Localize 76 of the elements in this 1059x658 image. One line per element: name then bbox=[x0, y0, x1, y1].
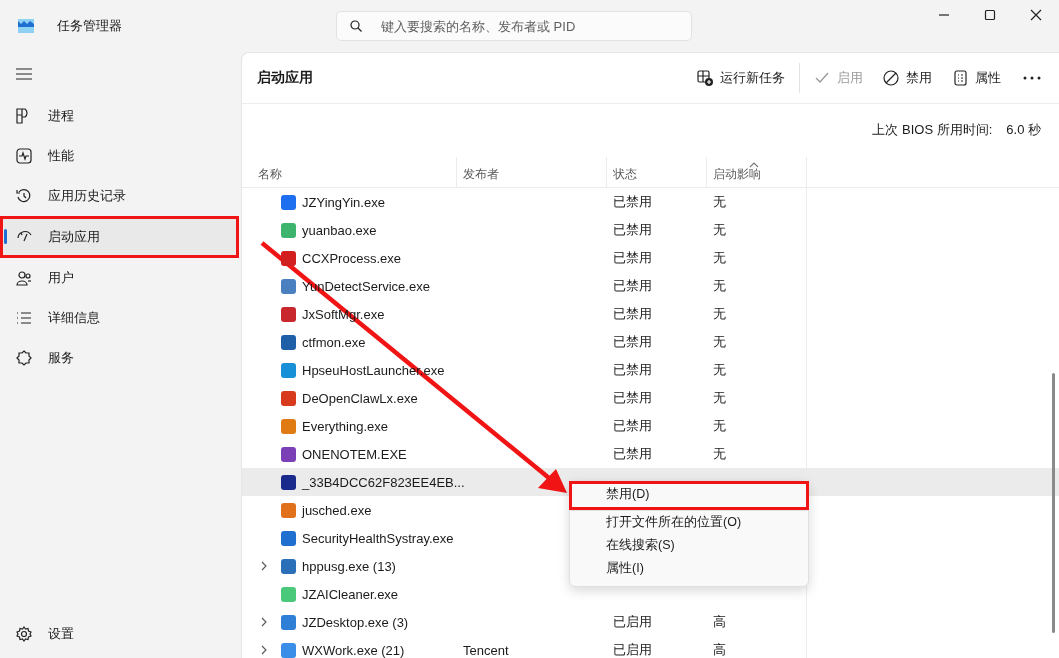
app-name: ONENOTEM.EXE bbox=[302, 446, 407, 462]
app-name: WXWork.exe (21) bbox=[302, 642, 405, 658]
status-cell: 已禁用 bbox=[613, 193, 652, 211]
app-name: yuanbao.exe bbox=[302, 222, 377, 238]
impact-cell: 高 bbox=[713, 641, 726, 658]
sidebar-item[interactable]: 启动应用 bbox=[0, 216, 239, 258]
settings-item[interactable]: 设置 bbox=[3, 614, 238, 654]
search-field[interactable]: 键入要搜索的名称、发布者或 PID bbox=[336, 11, 692, 41]
column-header[interactable]: 状态 bbox=[607, 157, 707, 187]
app-name: JZAICleaner.exe bbox=[302, 586, 399, 602]
status-cell: 已启用 bbox=[613, 641, 652, 658]
toolbar-button[interactable]: 属性 bbox=[942, 63, 1011, 93]
status-cell: 已禁用 bbox=[613, 333, 652, 351]
impact-cell: 无 bbox=[713, 305, 726, 323]
app-name: JZYingYin.exe bbox=[302, 194, 385, 210]
app-name: DeOpenClawLx.exe bbox=[302, 390, 418, 406]
name-cell[interactable]: WXWork.exe (21) bbox=[242, 636, 457, 658]
status-cell: 已禁用 bbox=[613, 417, 652, 435]
app-name: CCXProcess.exe bbox=[302, 250, 401, 266]
menu-item[interactable]: 在线搜索(S) bbox=[574, 534, 804, 557]
impact-cell: 无 bbox=[713, 333, 726, 351]
status-cell: 已禁用 bbox=[613, 249, 652, 267]
sidebar-item[interactable]: 详细信息 bbox=[3, 298, 238, 338]
name-cell[interactable]: jusched.exe bbox=[242, 496, 457, 524]
name-cell[interactable]: hppusg.exe (13) bbox=[242, 552, 457, 580]
column-header[interactable]: 发布者 bbox=[457, 157, 607, 187]
publisher-cell: Tencent bbox=[463, 642, 509, 658]
bios-value: 6.0 秒 bbox=[1006, 121, 1041, 139]
impact-cell: 无 bbox=[713, 249, 726, 267]
bios-label: 上次 BIOS 所用时间: bbox=[872, 121, 993, 139]
status-cell: 已禁用 bbox=[613, 221, 652, 239]
impact-cell: 无 bbox=[713, 193, 726, 211]
app-name: hppusg.exe (13) bbox=[302, 558, 396, 574]
app-name: JZDesktop.exe (3) bbox=[302, 614, 409, 630]
name-cell[interactable]: Everything.exe bbox=[242, 412, 457, 440]
app-name: jusched.exe bbox=[302, 502, 372, 518]
name-cell[interactable]: SecurityHealthSystray.exe bbox=[242, 524, 457, 552]
impact-cell: 无 bbox=[713, 361, 726, 379]
toolbar-button[interactable]: 禁用 bbox=[873, 63, 942, 93]
impact-cell: 无 bbox=[713, 277, 726, 295]
app-name: Everything.exe bbox=[302, 418, 388, 434]
name-cell[interactable]: JZYingYin.exe bbox=[242, 188, 457, 216]
name-cell[interactable]: ONENOTEM.EXE bbox=[242, 440, 457, 468]
app-name: ctfmon.exe bbox=[302, 334, 366, 350]
impact-cell: 无 bbox=[713, 389, 726, 407]
name-cell[interactable]: JZAICleaner.exe bbox=[242, 580, 457, 608]
name-cell[interactable]: DeOpenClawLx.exe bbox=[242, 384, 457, 412]
name-cell[interactable]: ctfmon.exe bbox=[242, 328, 457, 356]
toolbar-button[interactable]: 运行新任务 bbox=[687, 63, 795, 93]
app-name: _33B4DCC62F823EE4EB... bbox=[302, 474, 465, 490]
menu-item[interactable]: 禁用(D) bbox=[569, 481, 809, 511]
name-cell[interactable]: CCXProcess.exe bbox=[242, 244, 457, 272]
impact-cell: 无 bbox=[713, 417, 726, 435]
status-cell: 已禁用 bbox=[613, 277, 652, 295]
sidebar-item[interactable]: 进程 bbox=[3, 96, 238, 136]
sidebar-item[interactable]: 性能 bbox=[3, 136, 238, 176]
menu-item[interactable]: 打开文件所在的位置(O) bbox=[574, 511, 804, 534]
name-cell[interactable]: yuanbao.exe bbox=[242, 216, 457, 244]
impact-cell: 高 bbox=[713, 613, 726, 631]
sidebar-item[interactable]: 应用历史记录 bbox=[3, 176, 238, 216]
column-header[interactable]: 启动影响 bbox=[707, 157, 807, 187]
status-cell: 已禁用 bbox=[613, 445, 652, 463]
status-cell: 已启用 bbox=[613, 613, 652, 631]
impact-cell: 无 bbox=[713, 445, 726, 463]
status-cell: 已禁用 bbox=[613, 389, 652, 407]
impact-cell: 无 bbox=[713, 221, 726, 239]
status-cell: 已禁用 bbox=[613, 305, 652, 323]
sidebar-item[interactable]: 用户 bbox=[3, 258, 238, 298]
column-header[interactable]: 名称 bbox=[242, 157, 457, 187]
status-cell: 已禁用 bbox=[613, 361, 652, 379]
menu-item[interactable]: 属性(I) bbox=[574, 557, 804, 580]
sidebar-item[interactable]: 服务 bbox=[3, 338, 238, 378]
name-cell[interactable]: JZDesktop.exe (3) bbox=[242, 608, 457, 636]
page-title: 启动应用 bbox=[257, 69, 313, 87]
app-name: SecurityHealthSystray.exe bbox=[302, 530, 454, 546]
window-title: 任务管理器 bbox=[57, 17, 122, 35]
